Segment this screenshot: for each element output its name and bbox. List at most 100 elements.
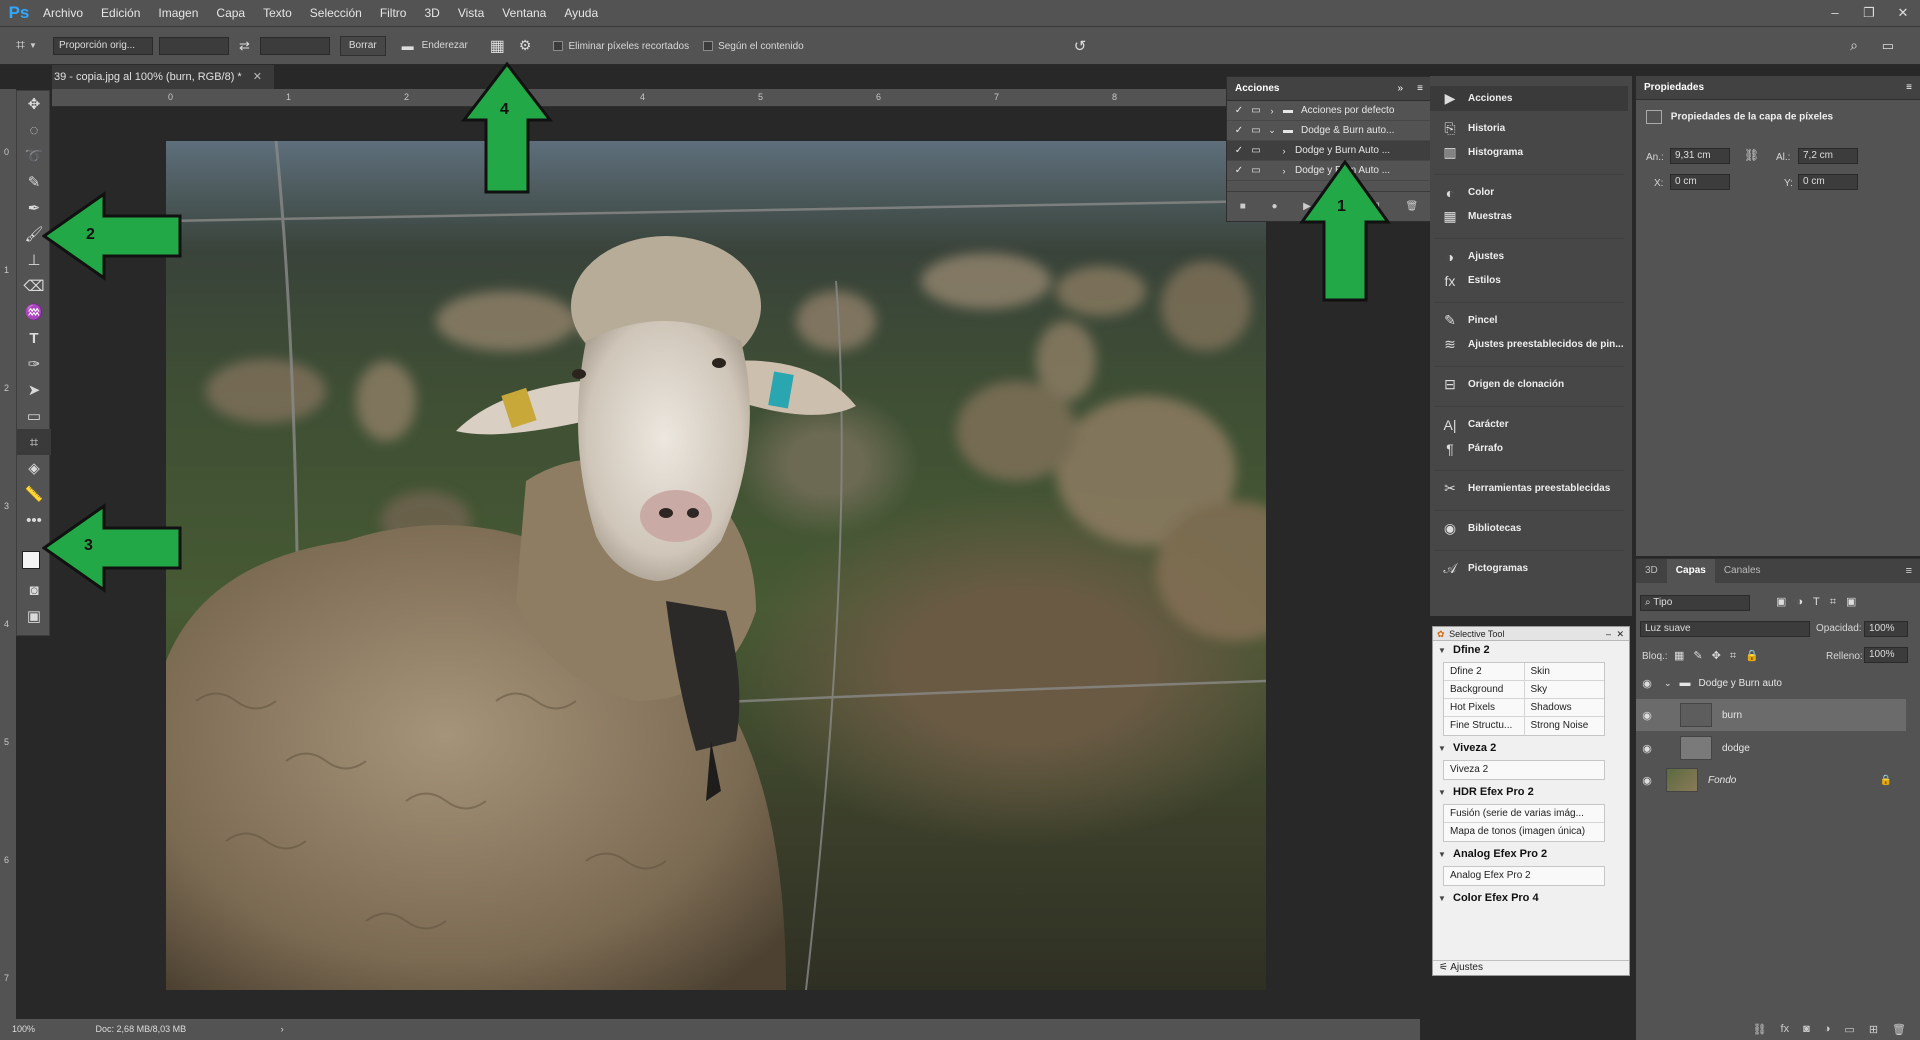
close-icon[interactable]: ✕	[1616, 627, 1624, 641]
layers-tab[interactable]: Canales	[1715, 559, 1770, 583]
grid-overlay-icon[interactable]: ▦	[490, 36, 505, 56]
height-field[interactable]: 7,2 cm	[1798, 148, 1858, 164]
adjustment-icon[interactable]: ◑	[1824, 1023, 1831, 1035]
dock-item[interactable]: ⊟ Origen de clonación	[1430, 372, 1628, 397]
selective-tool-button[interactable]: Skin	[1525, 663, 1605, 680]
check-icon[interactable]: ✓	[1231, 105, 1247, 116]
layer-row[interactable]: ◉ burn	[1636, 699, 1906, 731]
expand-icon[interactable]: ›	[1277, 166, 1291, 176]
selective-tool-button[interactable]: Shadows	[1525, 699, 1605, 716]
action-row[interactable]: ✓▭ › Dodge y Burn Auto ...	[1227, 141, 1431, 161]
selective-tool-button[interactable]: Dfine 2	[1444, 663, 1525, 680]
menu-item[interactable]: Capa	[207, 0, 254, 27]
selective-tool-section-header[interactable]: Color Efex Pro 4	[1433, 889, 1629, 907]
check-icon[interactable]: ✓	[1231, 165, 1247, 176]
selective-tool-button[interactable]: Sky	[1525, 681, 1605, 698]
minimize-icon[interactable]: –	[1818, 0, 1852, 27]
mask-icon[interactable]: ◙	[1803, 1023, 1810, 1035]
layers-tab[interactable]: Capas	[1666, 559, 1715, 583]
dock-item[interactable]: ¶ Párrafo	[1430, 436, 1628, 461]
chevron-down-icon[interactable]: ▼	[29, 41, 37, 50]
fx-icon[interactable]: fx	[1781, 1023, 1790, 1035]
dialog-toggle-icon[interactable]: ▭	[1247, 105, 1265, 116]
zoom-level[interactable]: 100%	[12, 1024, 35, 1034]
selective-tool-section-header[interactable]: HDR Efex Pro 2	[1433, 783, 1629, 801]
menu-item[interactable]: Imagen	[149, 0, 207, 27]
dock-item[interactable]: A| Carácter	[1430, 412, 1628, 437]
close-tab-icon[interactable]: ✕	[253, 71, 262, 83]
lock-icon[interactable]: 🔒	[1880, 775, 1892, 786]
dock-item[interactable]: ≋ Ajustes preestablecidos de pin...	[1430, 332, 1628, 357]
action-row[interactable]: ✓ ▭ ⌄ ▬ Dodge & Burn auto...	[1227, 121, 1431, 141]
layer-row[interactable]: ◉ dodge	[1636, 732, 1906, 764]
layer-row[interactable]: ◉ Fondo 🔒	[1636, 764, 1906, 796]
swap-icon[interactable]: ⇄	[239, 38, 250, 54]
move-tool-icon[interactable]: ✥	[17, 91, 51, 117]
actions-panel-title[interactable]: Acciones	[1235, 83, 1279, 94]
check-icon[interactable]: ✓	[1231, 125, 1247, 136]
selective-tool-footer[interactable]: ⚟ Ajustes	[1433, 960, 1629, 975]
selective-tool-button[interactable]: Analog Efex Pro 2	[1444, 867, 1604, 885]
panel-menu-icon[interactable]: ≡	[1906, 565, 1912, 577]
dock-item[interactable]: ▶ Acciones	[1430, 86, 1628, 111]
bucket-tool-icon[interactable]: ♒	[17, 299, 51, 325]
rectangle-tool-icon[interactable]: ▭	[17, 403, 51, 429]
properties-title[interactable]: Propiedades	[1644, 82, 1704, 93]
gear-icon[interactable]: ⚙	[519, 37, 532, 54]
selective-tool-button[interactable]: Mapa de tonos (imagen única)	[1444, 823, 1604, 841]
selective-tool-button[interactable]: Background	[1444, 681, 1525, 698]
dock-item[interactable]: ◑ Ajustes	[1430, 244, 1628, 269]
ratio-select[interactable]: Proporción orig...	[52, 36, 153, 55]
menu-item[interactable]: Selección	[301, 0, 371, 27]
layer-row[interactable]: ◉ ⌄ ▬ Dodge y Burn auto	[1636, 670, 1906, 696]
trash-icon[interactable]: 🗑	[1892, 1023, 1906, 1036]
record-icon[interactable]: ●	[1271, 201, 1277, 212]
workspace-icon[interactable]: ▭	[1882, 38, 1894, 54]
link-icon[interactable]: ⛓	[1744, 148, 1759, 162]
selective-tool-section-header[interactable]: Analog Efex Pro 2	[1433, 845, 1629, 863]
menu-item[interactable]: 3D	[415, 0, 448, 27]
check-icon[interactable]: ✓	[1231, 145, 1247, 156]
opacity-field[interactable]: 100%	[1864, 621, 1908, 637]
eye-icon[interactable]: ◉	[1636, 709, 1658, 722]
chevron-right-icon[interactable]: ›	[281, 1024, 284, 1034]
fill-field[interactable]: 100%	[1864, 647, 1908, 663]
menu-item[interactable]: Edición	[92, 0, 149, 27]
screen-mode-icon[interactable]: ▣	[17, 603, 51, 629]
type-tool-icon[interactable]: T	[17, 325, 51, 351]
crop-tool-icon[interactable]: ⌗	[16, 37, 25, 55]
close-icon[interactable]: ✕	[1886, 0, 1920, 27]
filter-select[interactable]: ⌕ Tipo	[1640, 595, 1750, 611]
content-aware-checkbox[interactable]: Según el contenido	[703, 40, 804, 52]
dialog-toggle-icon[interactable]: ▭	[1247, 145, 1265, 156]
expand-icon[interactable]: ›	[1277, 146, 1291, 156]
selective-tool-button[interactable]: Fusión (serie de varias imág...	[1444, 805, 1604, 822]
selective-tool-section-header[interactable]: Viveza 2	[1433, 739, 1629, 757]
menu-item[interactable]: Texto	[254, 0, 301, 27]
document-tab[interactable]: 39 - copia.jpg al 100% (burn, RGB/8) * ✕	[52, 65, 274, 89]
y-field[interactable]: 0 cm	[1798, 174, 1858, 190]
dodge-tool-icon[interactable]: ◈	[17, 455, 51, 481]
menu-item[interactable]: Ventana	[493, 0, 555, 27]
dock-item[interactable]: ◐ Color	[1430, 180, 1628, 205]
sheep-photo[interactable]	[166, 141, 1266, 990]
group-icon[interactable]: ▭	[1844, 1023, 1854, 1036]
lock-icons[interactable]: ▦✎✥⌗🔒	[1674, 649, 1768, 663]
expand-icon[interactable]: ›	[1265, 106, 1279, 116]
straighten-icon[interactable]: ▬	[402, 39, 414, 53]
lasso-tool-icon[interactable]: ➰	[17, 143, 51, 169]
menu-item[interactable]: Filtro	[371, 0, 416, 27]
straighten-label[interactable]: Enderezar	[422, 40, 468, 51]
menu-item[interactable]: Ayuda	[555, 0, 607, 27]
chevron-down-icon[interactable]: ⌄	[1664, 678, 1672, 689]
width-input[interactable]	[158, 36, 229, 55]
search-icon[interactable]: ⌕	[1850, 37, 1858, 54]
selective-tool-button[interactable]: Hot Pixels	[1444, 699, 1525, 716]
selective-tool-button[interactable]: Strong Noise	[1525, 717, 1605, 735]
dialog-toggle-icon[interactable]: ▭	[1247, 165, 1265, 176]
dock-item[interactable]: 𝒜 Pictogramas	[1430, 556, 1628, 581]
eye-icon[interactable]: ◉	[1636, 677, 1658, 690]
dialog-toggle-icon[interactable]: ▭	[1247, 125, 1265, 136]
expand-icon[interactable]: ⌄	[1265, 125, 1279, 136]
dock-item[interactable]: ◉ Bibliotecas	[1430, 516, 1628, 541]
